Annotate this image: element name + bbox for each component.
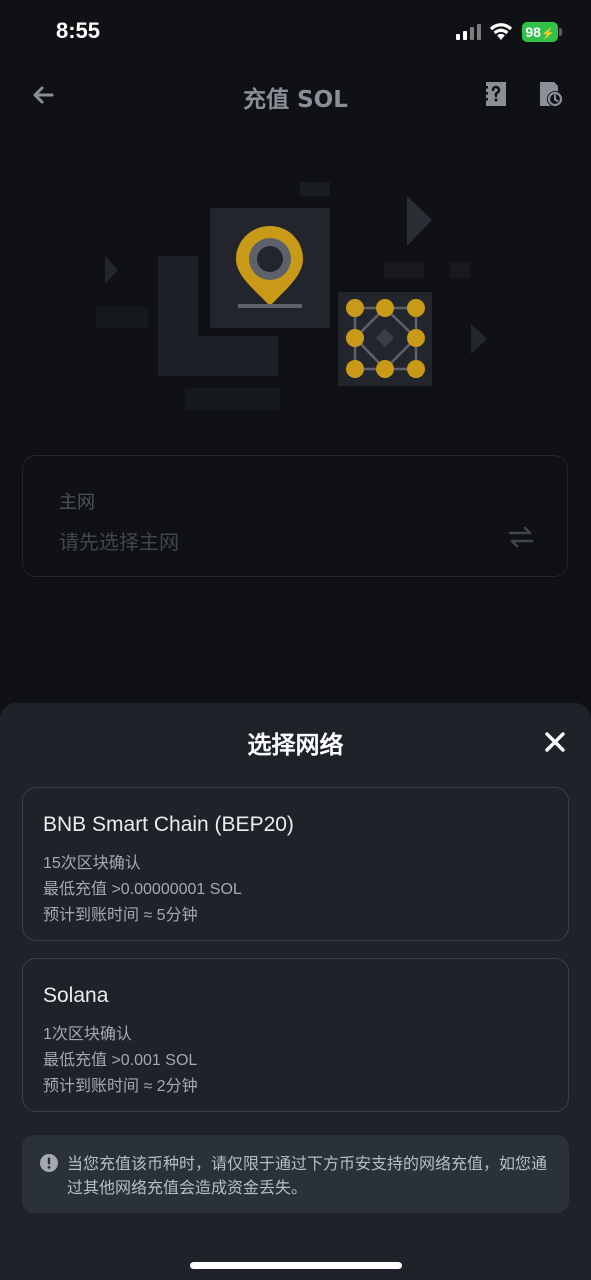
sheet-title: 选择网络 (247, 731, 344, 759)
network-confirmations: 1次区块确认 (43, 1026, 132, 1043)
network-name: Solana (43, 984, 109, 1007)
home-indicator[interactable] (190, 1262, 402, 1269)
network-eta: 预计到账时间 ≈ 5分钟 (43, 907, 198, 924)
network-sheet: 选择网络 BNB Smart Chain (BEP20) 15次区块确认 最低充… (0, 703, 591, 1280)
network-option-solana[interactable]: Solana 1次区块确认 最低充值 >0.001 SOL 预计到账时间 ≈ 2… (22, 958, 569, 1112)
network-min-deposit: 最低充值 >0.001 SOL (43, 1052, 198, 1069)
network-option-bnb[interactable]: BNB Smart Chain (BEP20) 15次区块确认 最低充值 >0.… (22, 787, 569, 941)
help-doc-icon[interactable] (483, 80, 509, 108)
network-selector[interactable]: 主网 请先选择主网 (22, 455, 568, 577)
network-confirmations: 15次区块确认 (43, 855, 141, 872)
history-doc-icon[interactable] (536, 80, 564, 108)
signal-icon (456, 24, 482, 40)
deposit-illustration (96, 182, 487, 410)
network-min-deposit: 最低充值 >0.00000001 SOL (43, 881, 242, 898)
wifi-icon (489, 23, 513, 40)
warning-icon (40, 1154, 58, 1172)
close-icon[interactable] (540, 727, 570, 757)
swap-arrows-icon[interactable] (508, 524, 534, 550)
battery-indicator: 98⚡ (522, 22, 558, 42)
battery-level: 98 (525, 24, 541, 40)
network-name: BNB Smart Chain (BEP20) (43, 813, 294, 836)
network-label: 主网 (59, 492, 95, 513)
battery-tip (559, 28, 562, 36)
network-eta: 预计到账时间 ≈ 2分钟 (43, 1078, 198, 1095)
status-time: 8:55 (56, 18, 101, 43)
network-placeholder: 请先选择主网 (59, 530, 179, 554)
network-notice: 当您充值该币种时，请仅限于通过下方币安支持的网络充值，如您通过其他网络充值会造成… (22, 1135, 569, 1213)
notice-text: 当您充值该币种时，请仅限于通过下方币安支持的网络充值，如您通过其他网络充值会造成… (67, 1154, 548, 1197)
